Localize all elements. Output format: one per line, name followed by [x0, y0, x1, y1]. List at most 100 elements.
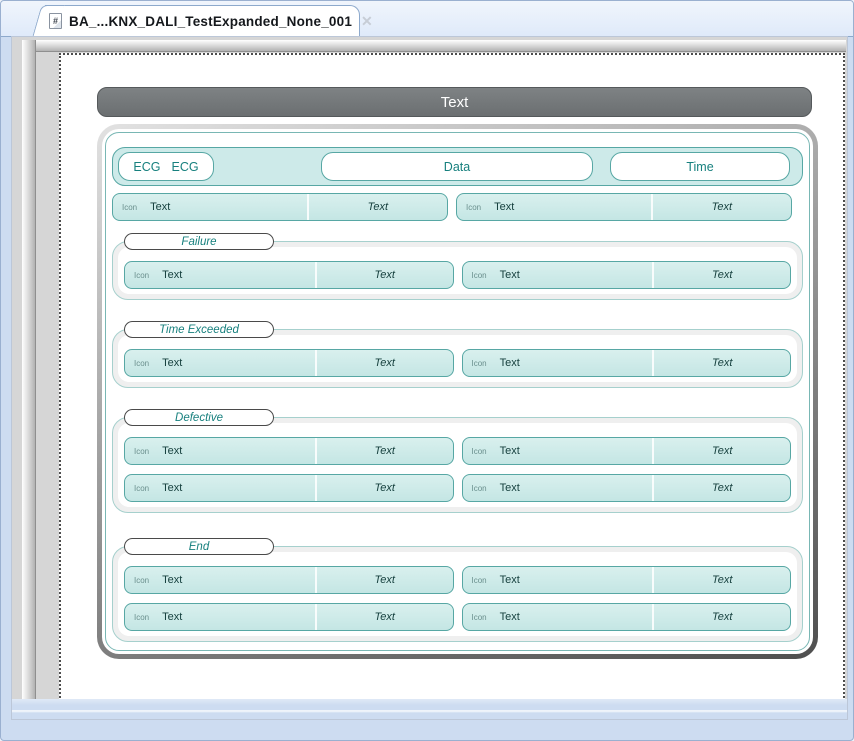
device-value-label: Text: [375, 357, 395, 369]
device-name-label: Text: [500, 574, 520, 586]
ecg-label: ECG: [133, 160, 160, 174]
device-bar-left: Icon Text: [125, 611, 315, 623]
device-name-label: Text: [500, 482, 520, 494]
group-label: Time Exceeded: [159, 324, 239, 336]
device-bar[interactable]: Icon Text Text: [112, 193, 448, 221]
group-label: Defective: [175, 412, 223, 424]
device-bar[interactable]: Icon Text Text: [124, 474, 454, 502]
device-icon-placeholder: Icon: [472, 447, 487, 456]
device-bar-left: Icon Text: [457, 201, 651, 213]
device-bar[interactable]: Icon Text Text: [462, 474, 792, 502]
group-label-pill[interactable]: Defective: [124, 409, 274, 426]
device-bar-right: Text: [317, 482, 453, 494]
device-value-label: Text: [712, 611, 732, 623]
device-bar-left: Icon Text: [463, 445, 653, 457]
document-hash-icon: #: [49, 13, 62, 29]
device-name-label: Text: [162, 269, 182, 281]
document-tab-strip: # BA_...KNX_DALI_TestExpanded_None_001 ✕: [1, 1, 853, 37]
device-panel-body: ECG ECG Data Time: [105, 132, 810, 651]
device-value-label: Text: [712, 574, 732, 586]
group-section-defective: Defective Icon Text Text Icon Text Text: [112, 409, 803, 513]
device-bar[interactable]: Icon Text Text: [124, 603, 454, 631]
device-panel-frame: ECG ECG Data Time: [102, 129, 813, 654]
device-value-label: Text: [712, 445, 732, 457]
device-value-label: Text: [375, 269, 395, 281]
device-bar-right: Text: [654, 357, 790, 369]
device-bar-right: Text: [653, 201, 791, 213]
device-bar-left: Icon Text: [125, 574, 315, 586]
group-section-failure: Failure Icon Text Text Icon Text Text: [112, 233, 803, 300]
device-bar-left: Icon Text: [125, 269, 315, 281]
device-icon-placeholder: Icon: [472, 359, 487, 368]
group-rows: Icon Text Text Icon Text Text Icon Text: [118, 552, 797, 636]
device-bar-right: Text: [317, 357, 453, 369]
device-icon-placeholder: Icon: [472, 576, 487, 585]
device-row: Icon Text Text Icon Text Text: [124, 474, 791, 502]
group-label-pill[interactable]: End: [124, 538, 274, 555]
device-bar-left: Icon Text: [125, 482, 315, 494]
device-icon-placeholder: Icon: [134, 359, 149, 368]
group-label-pill[interactable]: Failure: [124, 233, 274, 250]
device-value-label: Text: [712, 482, 732, 494]
device-bar-left: Icon Text: [463, 574, 653, 586]
device-name-label: Text: [500, 445, 520, 457]
data-field[interactable]: Data: [321, 152, 593, 181]
device-bar[interactable]: Icon Text Text: [124, 437, 454, 465]
device-row: Icon Text Text Icon Text Text: [124, 566, 791, 594]
device-bar[interactable]: Icon Text Text: [124, 261, 454, 289]
device-bar[interactable]: Icon Text Text: [124, 566, 454, 594]
device-icon-placeholder: Icon: [472, 484, 487, 493]
device-value-label: Text: [375, 574, 395, 586]
document-tab[interactable]: # BA_...KNX_DALI_TestExpanded_None_001 ✕: [45, 5, 360, 36]
device-name-label: Text: [500, 269, 520, 281]
device-bar[interactable]: Icon Text Text: [462, 349, 792, 377]
group-section-end: End Icon Text Text Icon Text Text: [112, 538, 803, 642]
device-name-label: Text: [162, 357, 182, 369]
device-name-label: Text: [500, 357, 520, 369]
device-bar[interactable]: Icon Text Text: [462, 566, 792, 594]
design-page[interactable]: Text ECG ECG Data: [59, 53, 845, 714]
group-rows: Icon Text Text Icon Text Text: [118, 247, 797, 294]
page-title-bar-widget[interactable]: Text: [97, 87, 812, 117]
device-name-label: Text: [162, 611, 182, 623]
device-icon-placeholder: Icon: [134, 484, 149, 493]
device-icon-placeholder: Icon: [466, 203, 481, 212]
device-bar-right: Text: [654, 445, 790, 457]
device-bar-left: Icon Text: [463, 357, 653, 369]
device-bar[interactable]: Icon Text Text: [456, 193, 792, 221]
device-value-label: Text: [712, 201, 732, 213]
device-bar[interactable]: Icon Text Text: [462, 603, 792, 631]
device-bar-right: Text: [654, 482, 790, 494]
device-icon-placeholder: Icon: [472, 271, 487, 280]
device-bar-left: Icon Text: [463, 269, 653, 281]
group-rows: Icon Text Text Icon Text Text Icon Text: [118, 423, 797, 507]
device-icon-placeholder: Icon: [472, 613, 487, 622]
close-icon[interactable]: ✕: [359, 14, 375, 28]
device-name-label: Text: [150, 201, 170, 213]
device-row: Icon Text Text Icon Text Text: [124, 603, 791, 631]
device-bar-right: Text: [654, 611, 790, 623]
device-name-label: Text: [162, 482, 182, 494]
time-field-label: Time: [686, 160, 713, 174]
tab-title: BA_...KNX_DALI_TestExpanded_None_001: [69, 14, 352, 29]
group-label-pill[interactable]: Time Exceeded: [124, 321, 274, 338]
device-bar-left: Icon Text: [125, 357, 315, 369]
application-window: # BA_...KNX_DALI_TestExpanded_None_001 ✕…: [0, 0, 854, 741]
device-value-label: Text: [375, 445, 395, 457]
device-bar[interactable]: Icon Text Text: [462, 437, 792, 465]
horizontal-ruler: [22, 40, 846, 52]
device-name-label: Text: [500, 611, 520, 623]
device-icon-placeholder: Icon: [134, 271, 149, 280]
device-bar[interactable]: Icon Text Text: [124, 349, 454, 377]
ecg-button[interactable]: ECG ECG: [118, 152, 214, 181]
device-bar[interactable]: Icon Text Text: [462, 261, 792, 289]
device-row: Icon Text Text Icon Text Text: [124, 437, 791, 465]
group-section-time-exceeded: Time Exceeded Icon Text Text Icon Text T…: [112, 321, 803, 388]
device-bar-left: Icon Text: [125, 445, 315, 457]
device-bar-right: Text: [309, 201, 447, 213]
device-value-label: Text: [368, 201, 388, 213]
time-field[interactable]: Time: [610, 152, 790, 181]
device-value-label: Text: [375, 482, 395, 494]
device-panel[interactable]: ECG ECG Data Time: [97, 124, 818, 659]
panel-header-bar[interactable]: ECG ECG Data Time: [112, 147, 803, 186]
